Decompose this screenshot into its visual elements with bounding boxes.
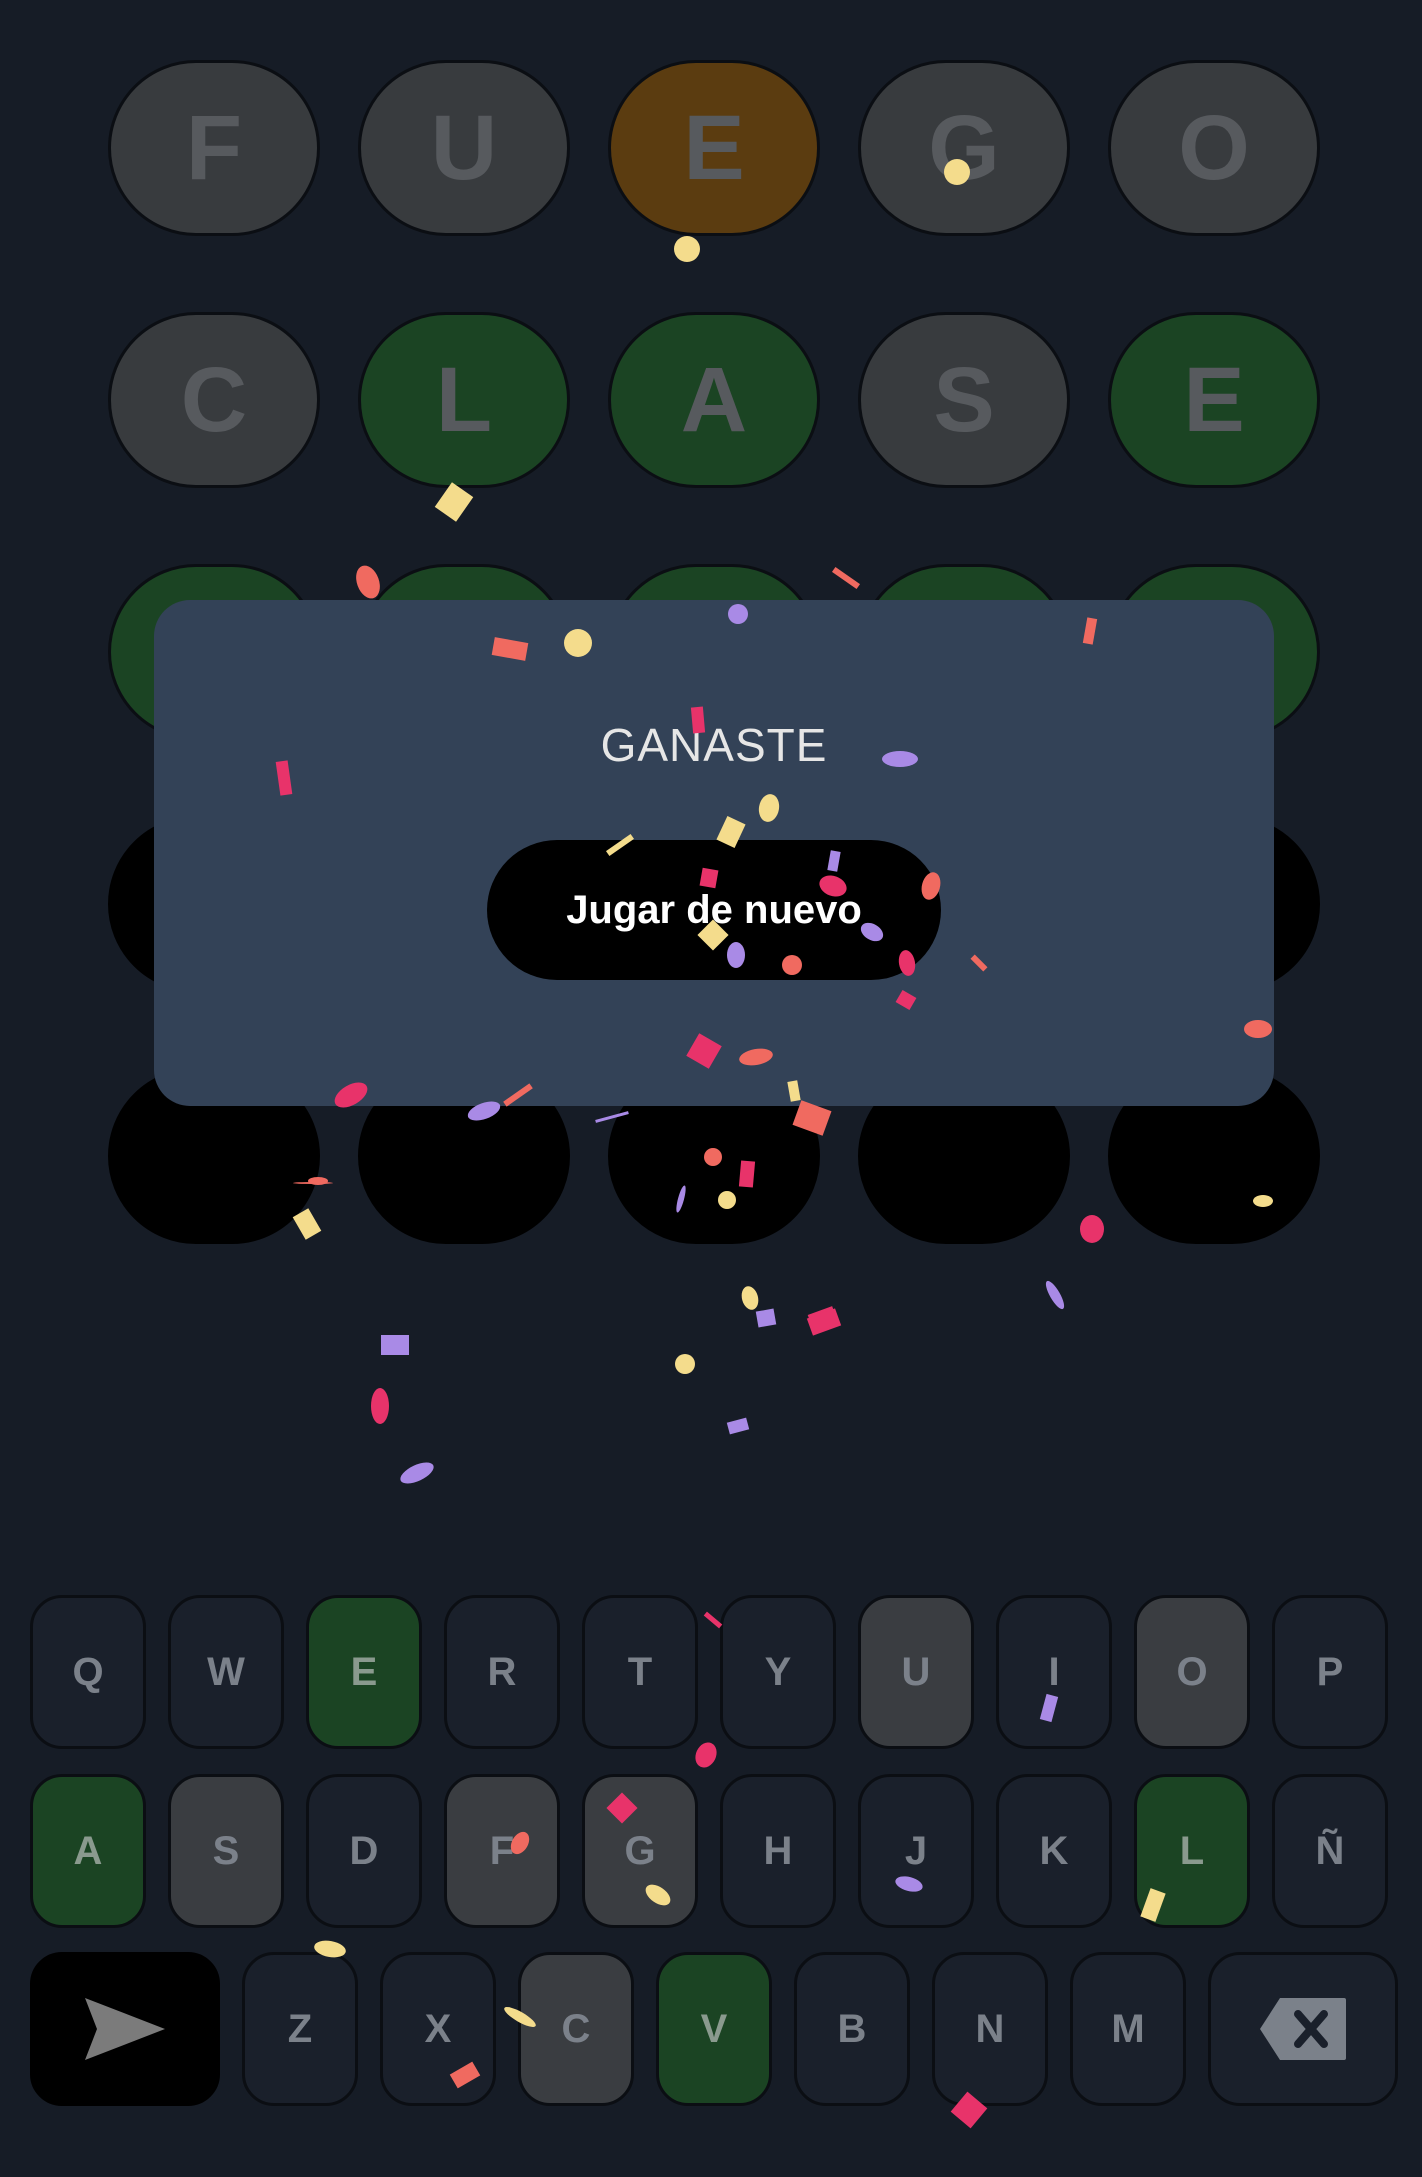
key-z[interactable]: Z: [242, 1952, 358, 2106]
confetti-piece: [381, 1335, 409, 1355]
board-tile: O: [1108, 60, 1320, 236]
board-tile: C: [108, 312, 320, 488]
key-k[interactable]: K: [996, 1774, 1112, 1928]
confetti-piece: [371, 1388, 389, 1424]
backspace-icon: [1260, 1998, 1346, 2060]
key-w[interactable]: W: [168, 1595, 284, 1749]
board-tile: G: [858, 60, 1070, 236]
board-tile: S: [858, 312, 1070, 488]
confetti-piece: [807, 1306, 839, 1332]
key-t[interactable]: T: [582, 1595, 698, 1749]
confetti-piece: [726, 1417, 750, 1435]
key-c[interactable]: C: [518, 1952, 634, 2106]
send-button[interactable]: [30, 1952, 220, 2106]
key-l[interactable]: L: [1134, 1774, 1250, 1928]
key-d[interactable]: D: [306, 1774, 422, 1928]
key-s[interactable]: S: [168, 1774, 284, 1928]
board-tile: L: [358, 312, 570, 488]
win-dialog: GANASTE Jugar de nuevo: [154, 600, 1274, 1106]
key-m[interactable]: M: [1070, 1952, 1186, 2106]
key-b[interactable]: B: [794, 1952, 910, 2106]
confetti-piece: [400, 1462, 434, 1484]
key-g[interactable]: G: [582, 1774, 698, 1928]
board-tile: E: [608, 60, 820, 236]
key-i[interactable]: I: [996, 1595, 1112, 1749]
key-u[interactable]: U: [858, 1595, 974, 1749]
backspace-button[interactable]: [1208, 1952, 1398, 2106]
play-again-button[interactable]: Jugar de nuevo: [487, 840, 941, 980]
key-ñ[interactable]: Ñ: [1272, 1774, 1388, 1928]
key-x[interactable]: X: [380, 1952, 496, 2106]
key-h[interactable]: H: [720, 1774, 836, 1928]
key-a[interactable]: A: [30, 1774, 146, 1928]
key-n[interactable]: N: [932, 1952, 1048, 2106]
key-o[interactable]: O: [1134, 1595, 1250, 1749]
confetti-piece: [806, 1308, 842, 1336]
dialog-title: GANASTE: [600, 719, 828, 771]
key-r[interactable]: R: [444, 1595, 560, 1749]
key-e[interactable]: E: [306, 1595, 422, 1749]
key-v[interactable]: V: [656, 1952, 772, 2106]
board-tile: A: [608, 312, 820, 488]
key-q[interactable]: Q: [30, 1595, 146, 1749]
confetti-piece: [755, 1308, 777, 1328]
on-screen-keyboard: QAWSEDRFTGYHUJIKOLPÑ ZXCVBNM: [0, 1590, 1422, 2110]
send-icon: [85, 1998, 165, 2060]
board-tile: E: [1108, 312, 1320, 488]
key-y[interactable]: Y: [720, 1595, 836, 1749]
confetti-piece: [675, 1354, 695, 1374]
key-p[interactable]: P: [1272, 1595, 1388, 1749]
key-f[interactable]: F: [444, 1774, 560, 1928]
key-j[interactable]: J: [858, 1774, 974, 1928]
board-tile: F: [108, 60, 320, 236]
board-tile: U: [358, 60, 570, 236]
